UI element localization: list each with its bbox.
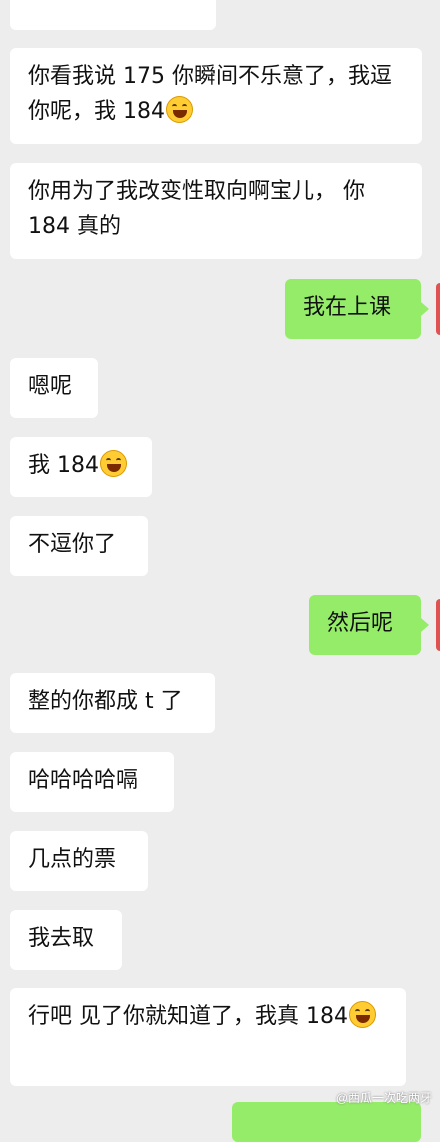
message-bubble-7[interactable]: 然后呢 <box>309 595 421 655</box>
message-bubble-10[interactable]: 几点的票 <box>10 831 148 891</box>
message-text: 行吧 见了你就知道了，我真 184 <box>28 1004 348 1029</box>
message-text: 然后呢 <box>327 611 394 636</box>
message-bubble-1[interactable]: 你看我说 175 你瞬间不乐意了，我逗你呢，我 184 <box>10 48 422 144</box>
message-bubble-5[interactable]: 我 184 <box>10 437 152 497</box>
bubble-tail <box>421 302 429 316</box>
message-bubble-9[interactable]: 哈哈哈哈嗝 <box>10 752 174 812</box>
message-bubble-4[interactable]: 嗯呢 <box>10 358 98 418</box>
tears-of-joy-icon <box>100 450 127 477</box>
tears-of-joy-icon <box>348 1001 376 1028</box>
message-text: 你用为了我改变性取向啊宝儿， 你 184 真的 <box>28 179 365 239</box>
message-text: 不逗你了 <box>28 532 117 557</box>
message-text: 几点的票 <box>28 847 117 872</box>
message-text: 你看我说 175 你瞬间不乐意了，我逗你呢，我 184 <box>28 64 392 124</box>
partial-top-message[interactable] <box>10 0 216 30</box>
tears-of-joy-icon <box>166 96 193 123</box>
message-text: 哈哈哈哈嗝 <box>28 768 139 793</box>
message-text: 我去取 <box>28 926 95 951</box>
message-text: 嗯呢 <box>28 374 73 399</box>
message-bubble-11[interactable]: 我去取 <box>10 910 122 970</box>
message-text: 我在上课 <box>303 295 392 320</box>
bubble-tail <box>421 618 429 632</box>
message-bubble-3[interactable]: 我在上课 <box>285 279 421 339</box>
message-bubble-2[interactable]: 你用为了我改变性取向啊宝儿， 你 184 真的 <box>10 163 422 259</box>
message-bubble-8[interactable]: 整的你都成 t 了 <box>10 673 215 733</box>
message-bubble-12[interactable]: 行吧 见了你就知道了，我真 184 <box>10 988 406 1086</box>
avatar[interactable] <box>436 283 440 335</box>
watermark: @西瓜一次吃两牙 <box>335 1091 432 1105</box>
partial-bottom-message[interactable] <box>232 1102 421 1142</box>
avatar[interactable] <box>436 599 440 651</box>
message-bubble-6[interactable]: 不逗你了 <box>10 516 148 576</box>
message-text: 我 184 <box>28 453 99 478</box>
message-text: 整的你都成 t 了 <box>28 689 183 714</box>
